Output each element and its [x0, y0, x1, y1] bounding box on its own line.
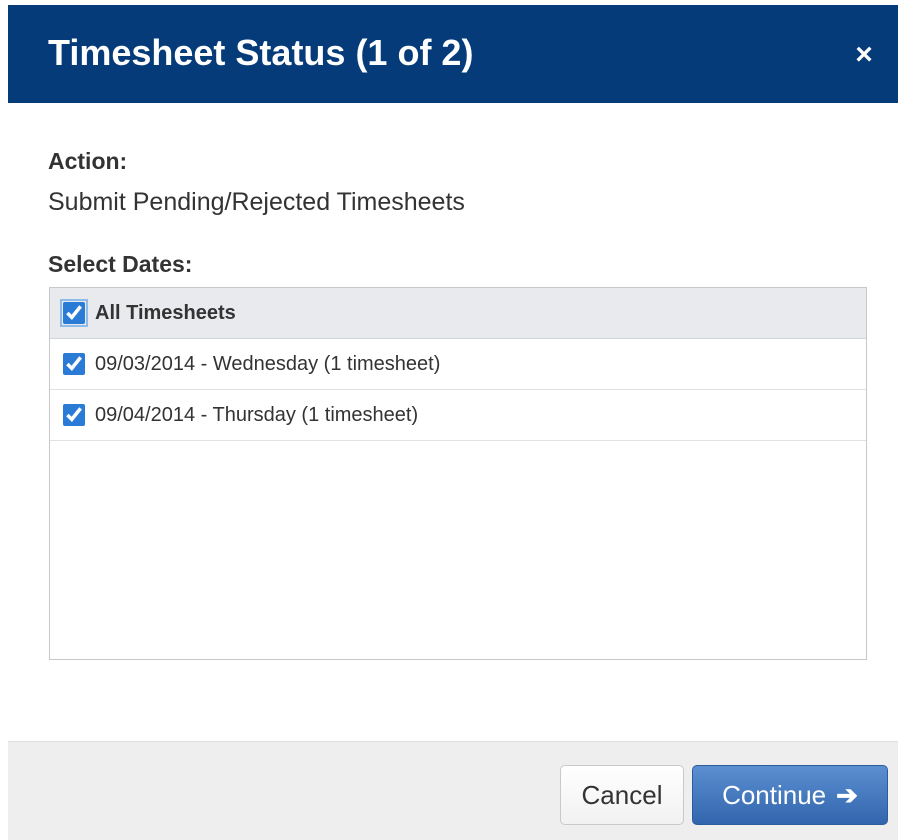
select-dates-label: Select Dates:	[48, 251, 193, 277]
dialog-title: Timesheet Status (1 of 2)	[48, 32, 474, 73]
date-list: All Timesheets 09/03/2014 - Wednesday (1…	[49, 287, 867, 660]
cancel-button-label: Cancel	[581, 779, 663, 810]
close-icon[interactable]: ×	[846, 35, 882, 75]
date-checkbox[interactable]	[63, 353, 85, 375]
action-value: Submit Pending/Rejected Timesheets	[48, 188, 465, 216]
dialog-header: Timesheet Status (1 of 2) ×	[8, 5, 898, 103]
continue-button[interactable]: Continue ➔	[692, 765, 888, 825]
date-checkbox[interactable]	[63, 404, 85, 426]
date-label: 09/04/2014 - Thursday (1 timesheet)	[95, 403, 419, 426]
all-timesheets-label: All Timesheets	[95, 301, 236, 324]
timesheet-status-dialog: Timesheet Status (1 of 2) × Action: Subm…	[8, 5, 898, 840]
arrow-right-icon: ➔	[836, 779, 858, 810]
cancel-button[interactable]: Cancel	[560, 765, 684, 825]
all-timesheets-checkbox[interactable]	[60, 299, 88, 327]
list-item[interactable]: 09/04/2014 - Thursday (1 timesheet)	[50, 390, 866, 441]
dialog-footer: Cancel Continue ➔	[8, 741, 898, 840]
action-label: Action:	[48, 148, 128, 174]
list-item[interactable]: 09/03/2014 - Wednesday (1 timesheet)	[50, 339, 866, 390]
all-timesheets-row[interactable]: All Timesheets	[50, 288, 866, 339]
continue-button-label: Continue	[722, 779, 827, 810]
date-label: 09/03/2014 - Wednesday (1 timesheet)	[95, 352, 441, 375]
